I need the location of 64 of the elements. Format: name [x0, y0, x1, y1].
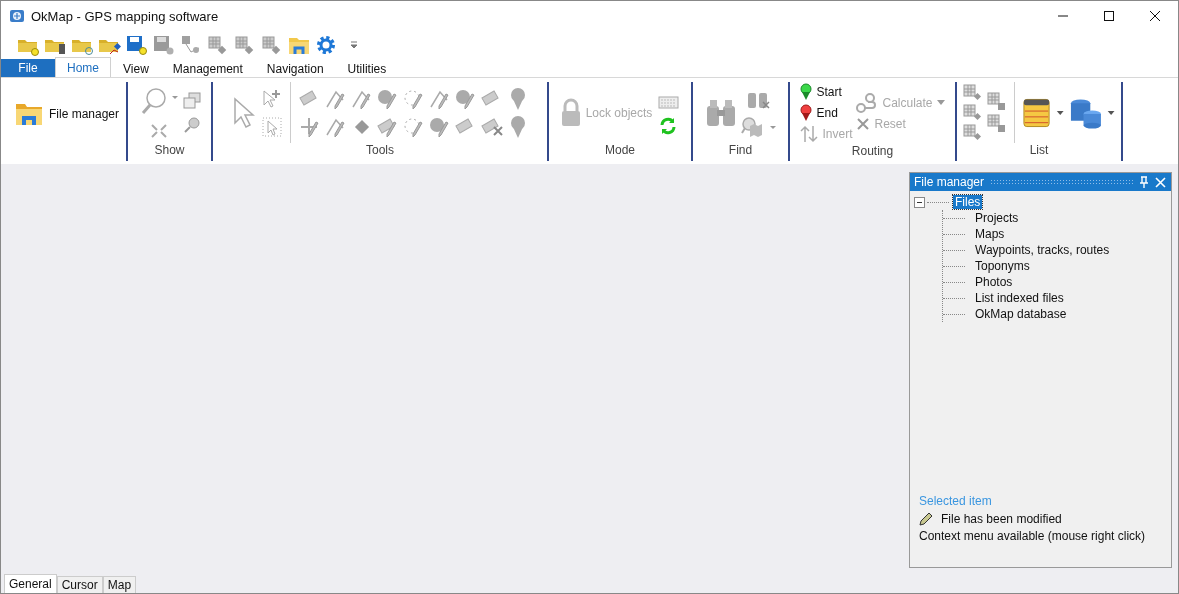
map-search-icon[interactable] — [740, 115, 777, 138]
settings-icon[interactable] — [314, 34, 338, 56]
group-label: List — [1028, 143, 1050, 159]
bottom-tab[interactable]: Map — [102, 576, 137, 593]
database-icon[interactable] — [1068, 96, 1115, 129]
pin-icon — [800, 104, 813, 122]
save-icon[interactable] — [125, 34, 149, 56]
caret-icon — [936, 100, 945, 105]
app-icon — [9, 8, 25, 24]
route-icon — [856, 92, 879, 113]
file-tab[interactable]: File — [1, 59, 55, 77]
save-icon[interactable] — [152, 34, 176, 56]
fit-view-icon[interactable] — [149, 122, 168, 139]
bottom-tab[interactable]: Cursor — [56, 576, 103, 593]
collapse-icon[interactable] — [914, 196, 925, 208]
folder-icon — [15, 101, 43, 127]
swap-arrows-icon — [800, 125, 819, 143]
tree-item[interactable]: Photos — [973, 275, 1015, 289]
notepad-icon[interactable] — [1021, 96, 1065, 129]
grid-icon[interactable] — [963, 83, 983, 102]
pencil-icon — [919, 512, 933, 526]
ribbon-tab[interactable]: Management — [160, 59, 255, 77]
tree-item[interactable]: Maps — [973, 227, 1007, 241]
ribbon-tab[interactable]: Navigation — [254, 59, 336, 77]
tree-item[interactable]: OkMap database — [973, 307, 1069, 321]
start-button[interactable]: Start — [800, 82, 842, 102]
panel-title: File manager — [914, 175, 985, 189]
group-label: Find — [727, 143, 754, 159]
binoculars-icon[interactable] — [704, 97, 737, 128]
pin-icon — [800, 83, 813, 101]
grid-icon[interactable] — [963, 123, 983, 142]
cursor-plus-icon[interactable] — [260, 87, 283, 110]
group-label: Routing — [850, 144, 895, 160]
section-heading: Selected item — [919, 494, 993, 508]
grid-icon[interactable] — [987, 113, 1007, 134]
ribbon-tab[interactable]: View — [111, 59, 161, 77]
tree-item[interactable]: Projects — [973, 211, 1021, 225]
x-icon — [856, 116, 871, 131]
windows-icon[interactable] — [182, 91, 201, 110]
file-manager-button[interactable]: File manager — [1, 101, 126, 127]
end-button[interactable]: End — [800, 103, 838, 123]
group-label: Mode — [604, 143, 636, 159]
hint-text: Context menu available (mouse right click) — [919, 529, 1147, 543]
window-title: OkMap - GPS mapping software — [31, 8, 219, 24]
status-text: File has been modified — [941, 512, 1062, 526]
customize-icon[interactable] — [349, 40, 359, 50]
zoom-icon[interactable] — [182, 115, 201, 134]
maximize-icon[interactable] — [1103, 10, 1115, 22]
tree-item[interactable]: Files — [953, 195, 983, 209]
tree-item[interactable]: List indexed files — [973, 291, 1066, 305]
tree-item[interactable]: Toponyms — [973, 259, 1032, 273]
grid-icon[interactable] — [987, 91, 1007, 112]
cursor-select-icon[interactable] — [260, 115, 283, 138]
bottom-tab[interactable]: General — [4, 574, 57, 593]
tree-item[interactable]: Waypoints, tracks, routes — [973, 243, 1112, 257]
close-icon[interactable] — [1149, 10, 1161, 22]
refresh-icon[interactable] — [659, 116, 678, 135]
lock-icon — [559, 97, 582, 128]
ribbon-tab[interactable]: Home — [55, 57, 111, 77]
group-label: Tools — [365, 143, 395, 159]
group-label: Show — [153, 143, 186, 159]
pin-icon[interactable] — [1139, 176, 1149, 188]
ribbon-tab[interactable]: Utilities — [335, 59, 399, 77]
grid-icon[interactable] — [963, 103, 983, 122]
